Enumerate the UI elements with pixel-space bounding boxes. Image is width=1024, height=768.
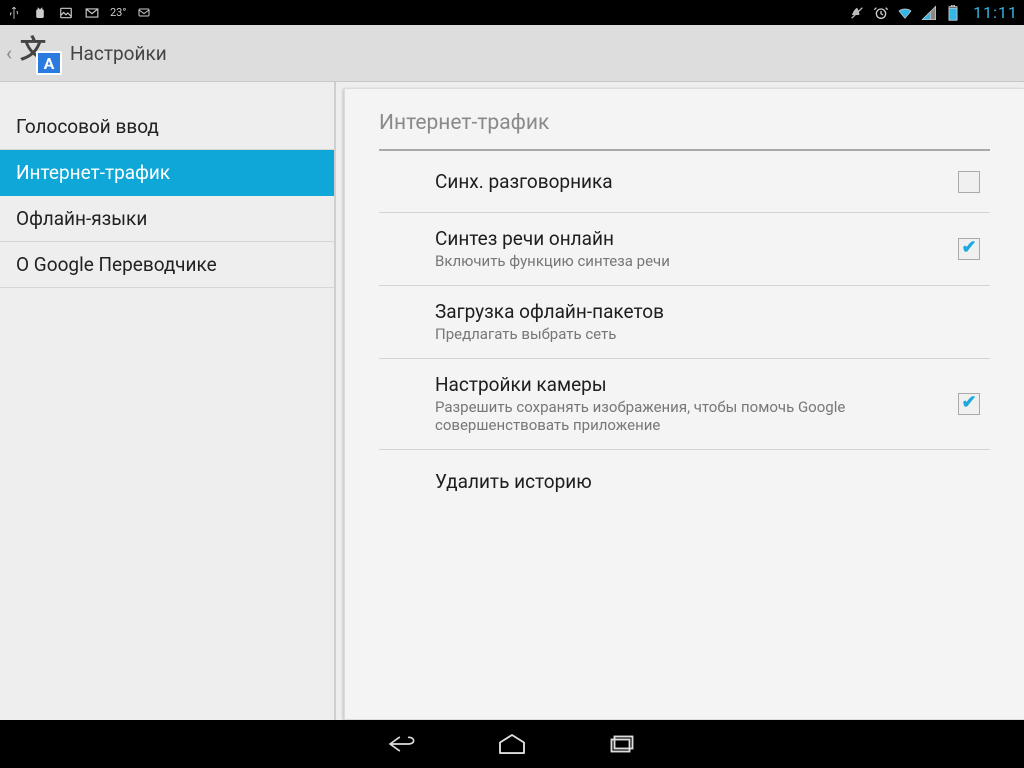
nav-recent-button[interactable] bbox=[602, 730, 642, 758]
row-subtitle: Включить функцию синтеза речи bbox=[435, 252, 942, 271]
row-subtitle: Разрешить сохранять изображения, чтобы п… bbox=[435, 398, 942, 436]
row-offline-packs[interactable]: Загрузка офлайн-пакетов Предлагать выбра… bbox=[379, 286, 990, 359]
sidebar-item-label: Голосовой ввод bbox=[16, 115, 159, 138]
debug-icon bbox=[32, 5, 48, 21]
usb-icon bbox=[6, 5, 22, 21]
row-title: Настройки камеры bbox=[435, 373, 942, 396]
app-icon[interactable]: 文 A bbox=[18, 31, 62, 75]
nav-back-button[interactable] bbox=[382, 730, 422, 758]
navigation-bar bbox=[0, 720, 1024, 768]
sidebar-item-label: Интернет-трафик bbox=[16, 161, 170, 184]
settings-panel: Интернет-трафик Синх. разговорника Синте… bbox=[344, 88, 1024, 720]
status-bar: 23° 11:11 bbox=[0, 0, 1024, 25]
alarm-icon bbox=[873, 5, 889, 21]
up-caret-icon[interactable]: ‹ bbox=[6, 41, 16, 65]
action-bar-title: Настройки bbox=[70, 42, 167, 65]
row-title: Синтез речи онлайн bbox=[435, 227, 942, 250]
checkbox-online-tts[interactable] bbox=[958, 238, 980, 260]
clock: 11:11 bbox=[973, 3, 1018, 22]
row-subtitle: Предлагать выбрать сеть bbox=[435, 325, 970, 344]
gmail-icon bbox=[84, 5, 100, 21]
row-sync-phrasebook[interactable]: Синх. разговорника bbox=[379, 151, 990, 213]
status-left: 23° bbox=[6, 5, 152, 21]
sidebar: Голосовой ввод Интернет-трафик Офлайн-яз… bbox=[0, 82, 336, 720]
sidebar-item-label: О Google Переводчике bbox=[16, 253, 217, 276]
battery-icon bbox=[945, 5, 961, 21]
row-title: Синх. разговорника bbox=[435, 170, 942, 193]
message-icon bbox=[136, 5, 152, 21]
row-camera-settings[interactable]: Настройки камеры Разрешить сохранять изо… bbox=[379, 359, 990, 451]
body: Голосовой ввод Интернет-трафик Офлайн-яз… bbox=[0, 82, 1024, 720]
checkbox-camera-settings[interactable] bbox=[958, 393, 980, 415]
action-bar: ‹ 文 A Настройки bbox=[0, 25, 1024, 82]
nav-home-button[interactable] bbox=[492, 730, 532, 758]
wifi-icon bbox=[897, 5, 913, 21]
signal-icon bbox=[921, 5, 937, 21]
content-wrap: Интернет-трафик Синх. разговорника Синте… bbox=[336, 82, 1024, 720]
sidebar-item-internet-traffic[interactable]: Интернет-трафик bbox=[0, 150, 334, 196]
panel-inner: Интернет-трафик Синх. разговорника Синте… bbox=[345, 111, 1024, 512]
status-right: 11:11 bbox=[849, 3, 1018, 22]
sidebar-item-voice-input[interactable]: Голосовой ввод bbox=[0, 104, 334, 150]
image-icon bbox=[58, 5, 74, 21]
row-online-tts[interactable]: Синтез речи онлайн Включить функцию синт… bbox=[379, 213, 990, 286]
sidebar-gap bbox=[0, 82, 334, 104]
row-title: Загрузка офлайн-пакетов bbox=[435, 300, 970, 323]
translate-a-icon: A bbox=[36, 51, 62, 75]
row-title: Удалить историю bbox=[435, 470, 970, 493]
sidebar-item-offline-languages[interactable]: Офлайн-языки bbox=[0, 196, 334, 242]
checkbox-sync-phrasebook[interactable] bbox=[958, 171, 980, 193]
temperature-indicator: 23° bbox=[110, 6, 126, 19]
row-clear-history[interactable]: Удалить историю bbox=[379, 450, 990, 512]
sidebar-item-about[interactable]: О Google Переводчике bbox=[0, 242, 334, 288]
section-title: Интернет-трафик bbox=[379, 111, 990, 151]
mute-icon bbox=[849, 5, 865, 21]
sidebar-item-label: Офлайн-языки bbox=[16, 207, 147, 230]
